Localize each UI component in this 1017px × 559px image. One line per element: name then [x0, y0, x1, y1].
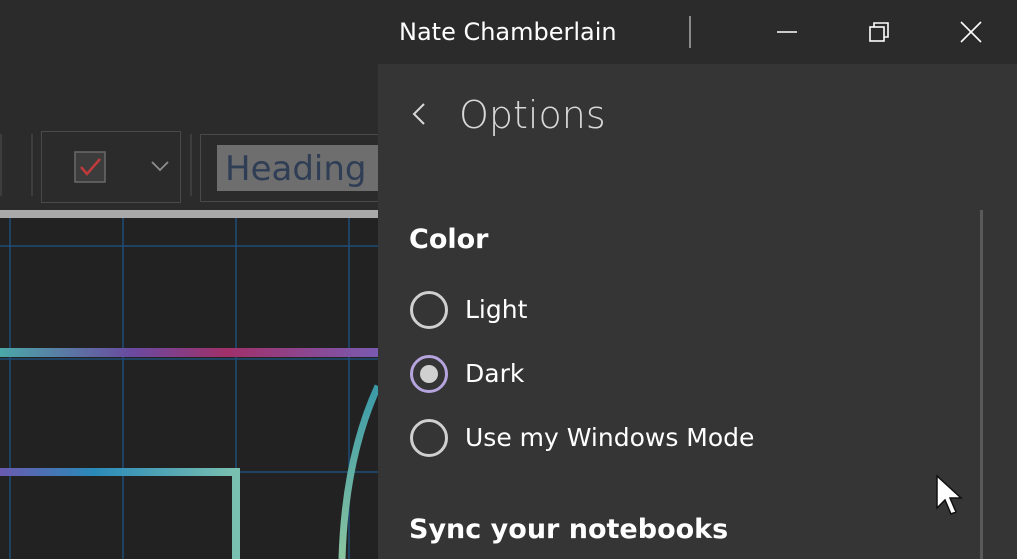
canvas-border — [0, 210, 378, 218]
back-button[interactable] — [408, 94, 432, 134]
sync-section-heading: Sync your notebooks — [409, 514, 729, 545]
radio-button[interactable] — [409, 418, 449, 458]
color-section-heading: Color — [409, 224, 489, 255]
close-button[interactable] — [951, 12, 991, 52]
radio-option-light[interactable]: Light — [409, 290, 909, 330]
style-label: Heading — [225, 149, 367, 189]
ribbon-divider — [0, 134, 2, 196]
title-divider — [689, 16, 691, 48]
canvas-drawing — [0, 218, 378, 559]
ribbon: Heading — [0, 64, 390, 210]
radio-button-selected[interactable] — [409, 354, 449, 394]
title-bar: Nate Chamberlain — [0, 0, 1017, 64]
scrollbar[interactable] — [980, 210, 983, 559]
radio-button[interactable] — [409, 290, 449, 330]
style-heading-swatch[interactable]: Heading — [217, 145, 387, 191]
radio-label: Dark — [465, 359, 525, 388]
note-canvas[interactable] — [0, 218, 378, 559]
radio-option-dark[interactable]: Dark — [409, 354, 909, 394]
restore-button[interactable] — [859, 12, 899, 52]
chevron-left-icon — [408, 103, 432, 138]
options-panel: Options Color Light Dark Use my Windows … — [378, 64, 1017, 559]
styles-gallery[interactable]: Heading — [200, 134, 390, 202]
radio-label: Use my Windows Mode — [465, 423, 755, 452]
panel-title: Options — [459, 93, 606, 137]
ribbon-divider — [31, 134, 33, 196]
chevron-down-icon[interactable] — [150, 158, 170, 174]
radio-label: Light — [465, 295, 528, 324]
mouse-cursor-icon — [935, 474, 965, 518]
account-name[interactable]: Nate Chamberlain — [399, 14, 617, 50]
checkbox-icon — [74, 151, 106, 183]
tag-dropdown[interactable] — [41, 131, 181, 203]
ribbon-divider — [190, 134, 192, 196]
radio-option-windows-mode[interactable]: Use my Windows Mode — [409, 418, 909, 458]
minimize-button[interactable] — [767, 12, 807, 52]
